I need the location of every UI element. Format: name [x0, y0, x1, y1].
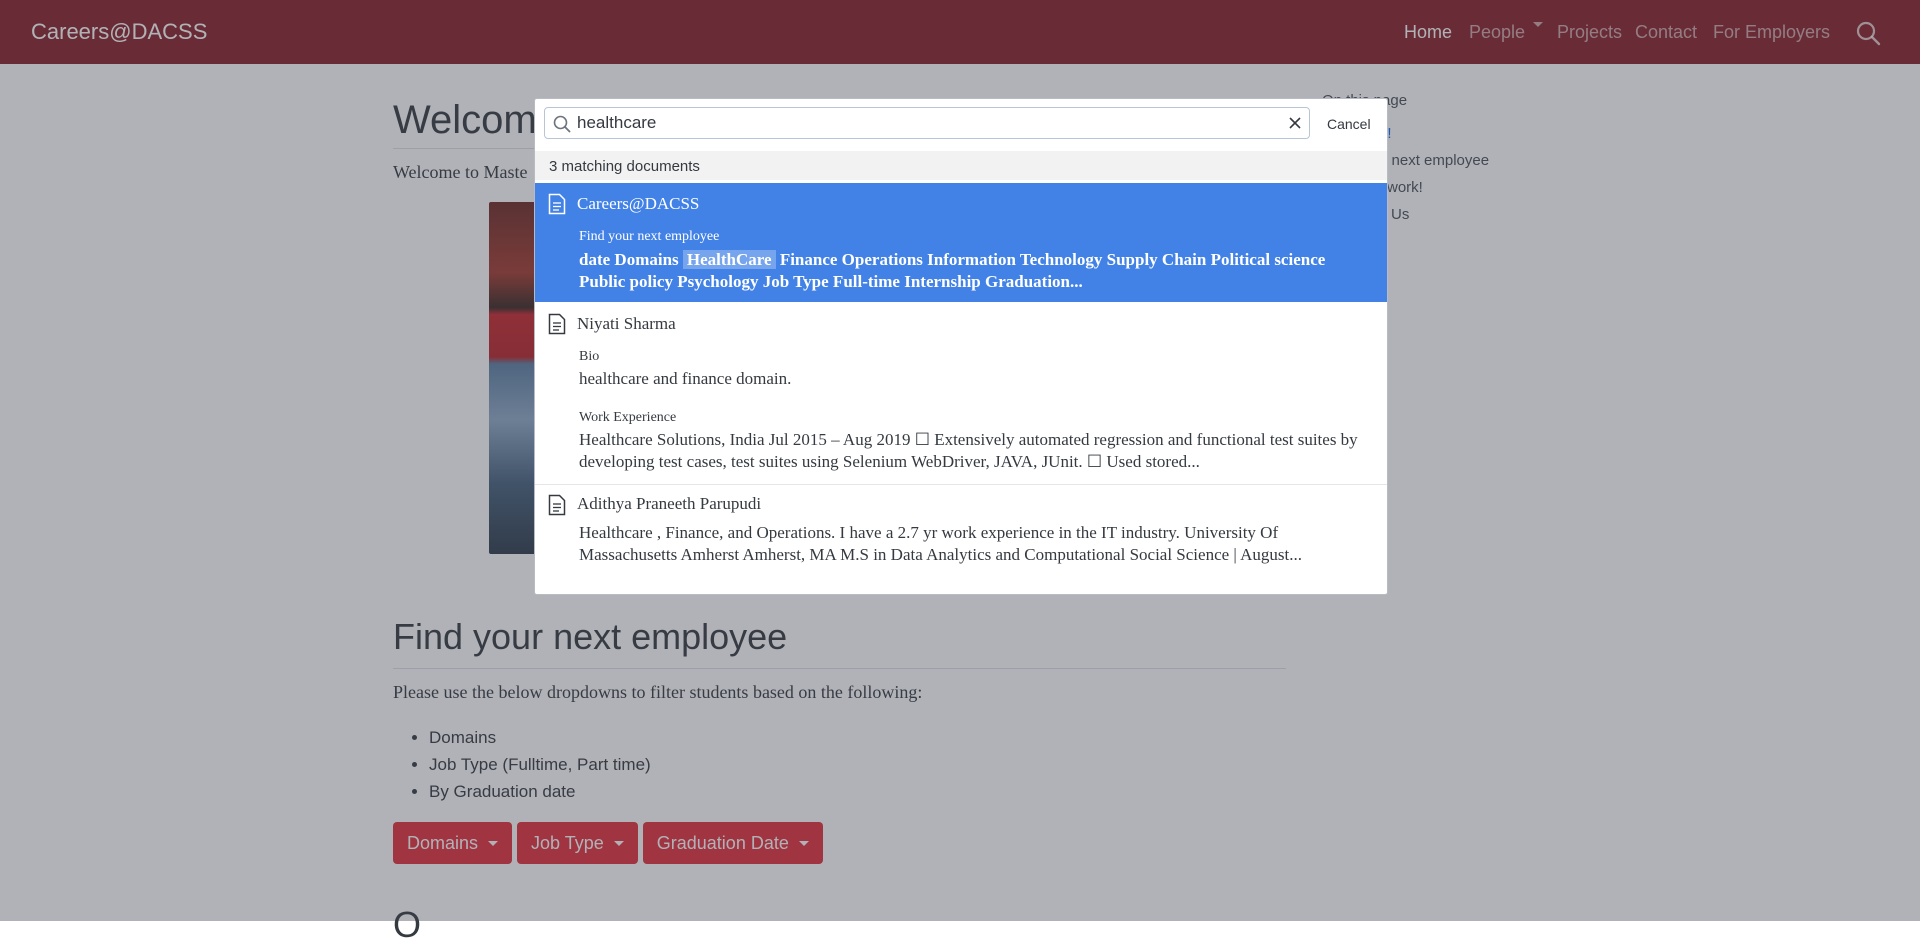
search-icon [553, 115, 571, 133]
result-title: Adithya Praneeth Parupudi [577, 494, 762, 513]
document-icon [548, 193, 566, 215]
search-dialog: Cancel 3 matching documents Careers@DACS… [534, 98, 1388, 595]
search-result-careers-dacss[interactable]: Careers@DACSS Find your next employee da… [535, 183, 1387, 302]
clear-icon[interactable] [1287, 115, 1303, 131]
result-snippet: date Domains HealthCare Finance Operatio… [579, 249, 1374, 293]
result-section-label: Bio [579, 349, 600, 364]
result-snippet: Healthcare Solutions, India Jul 2015 – A… [579, 430, 1358, 471]
search-result-niyati-sharma[interactable]: Niyati Sharma Bio healthcare and finance… [535, 303, 1387, 482]
document-icon [548, 494, 566, 516]
result-count-bar: 3 matching documents [535, 151, 1387, 180]
result-count: 3 matching documents [549, 158, 700, 175]
result-section-label: Find your next employee [579, 229, 720, 244]
result-title: Careers@DACSS [577, 194, 700, 213]
search-result-adithya-praneeth-parupudi[interactable]: Adithya Praneeth Parupudi Healthcare , F… [535, 485, 1387, 593]
result-title: Niyati Sharma [577, 314, 676, 333]
snippet-text: date Domains [579, 250, 683, 269]
result-snippet: Healthcare , Finance, and Operations. I … [579, 523, 1302, 564]
cancel-button[interactable]: Cancel [1327, 116, 1371, 132]
document-icon [548, 313, 566, 335]
result-snippet: healthcare and finance domain. [579, 369, 792, 388]
search-field[interactable] [544, 107, 1310, 139]
search-input[interactable] [577, 112, 1267, 134]
search-match-highlight: HealthCare [682, 250, 776, 269]
result-section-label: Work Experience [579, 410, 677, 425]
